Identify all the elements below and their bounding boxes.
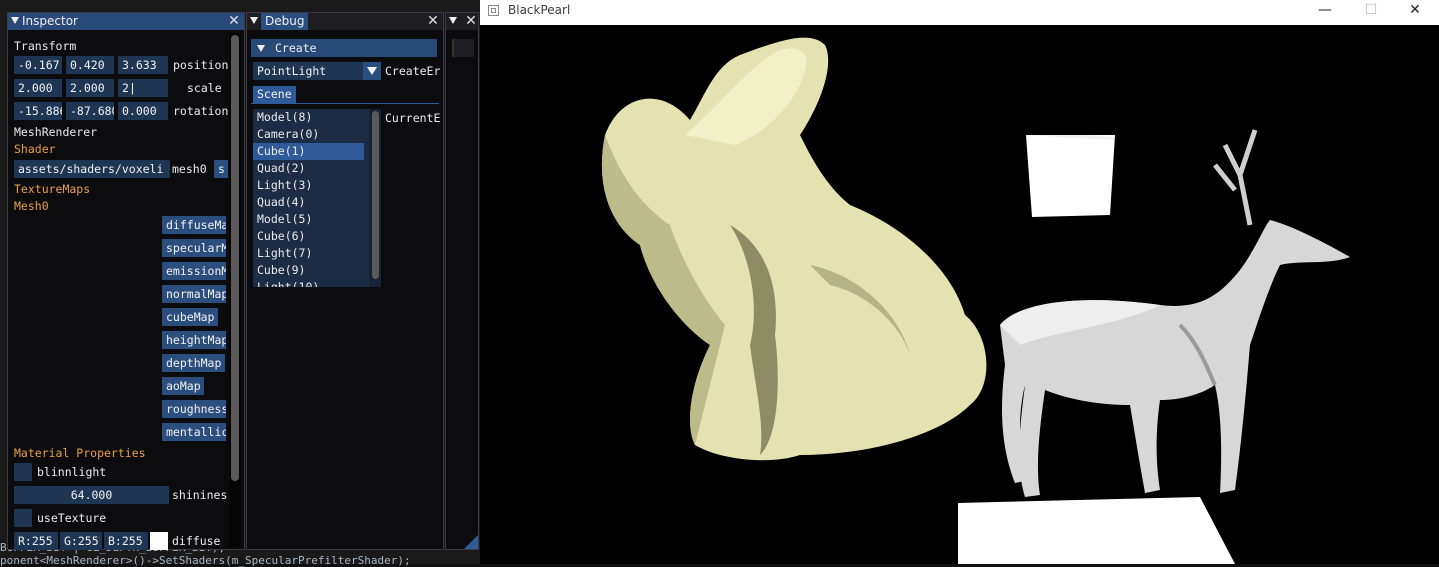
blinnlight-label: blinnlight bbox=[37, 465, 107, 479]
depth-map-button[interactable]: depthMap bbox=[162, 354, 225, 372]
blinnlight-checkbox[interactable] bbox=[14, 463, 32, 481]
mesh0-label: Mesh0 bbox=[14, 199, 49, 213]
rotation-x-field[interactable]: -15.886 bbox=[14, 102, 62, 120]
position-z-field[interactable]: 3.633 bbox=[118, 56, 168, 74]
viewport-titlebar[interactable]: BlackPearl — ☐ ✕ bbox=[480, 0, 1439, 25]
scale-label: scale bbox=[187, 81, 222, 95]
third-window-titlebar[interactable]: ✕ bbox=[446, 13, 478, 30]
chevron-down-icon[interactable] bbox=[363, 62, 381, 80]
expand-icon bbox=[257, 45, 265, 52]
scale-x-field[interactable]: 2.000 bbox=[14, 79, 62, 97]
color-swatch[interactable] bbox=[150, 532, 168, 550]
list-item[interactable]: Model(8) bbox=[253, 109, 381, 126]
bunny-model bbox=[601, 37, 987, 461]
inspector-window[interactable]: Inspector ✕ Transform -0.167 0.420 3.633… bbox=[7, 12, 245, 550]
tab-scene[interactable]: Scene bbox=[253, 86, 296, 103]
list-item[interactable]: Light(3) bbox=[253, 177, 381, 194]
list-item[interactable]: Cube(9) bbox=[253, 262, 381, 279]
inspector-titlebar[interactable]: Inspector ✕ bbox=[8, 13, 244, 30]
render-viewport[interactable]: BlackPearl — ☐ ✕ bbox=[480, 0, 1439, 564]
position-y-field[interactable]: 0.420 bbox=[66, 56, 114, 74]
inspector-scroll-thumb[interactable] bbox=[231, 35, 239, 481]
ao-map-button[interactable]: aoMap bbox=[162, 377, 204, 395]
inspector-title: Inspector bbox=[22, 14, 78, 28]
use-texture-checkbox[interactable] bbox=[14, 509, 32, 527]
list-item[interactable]: Quad(2) bbox=[253, 160, 381, 177]
diffuse-map-button[interactable]: diffuseMa bbox=[162, 216, 226, 234]
third-window-header[interactable] bbox=[452, 39, 474, 57]
debug-titlebar[interactable]: Debug ✕ bbox=[247, 13, 443, 30]
create-header[interactable]: Create bbox=[251, 39, 437, 57]
light-type-combo[interactable]: PointLight bbox=[253, 62, 365, 80]
debug-title-text: Debug bbox=[265, 14, 305, 28]
current-entity-label: CurrentE bbox=[385, 111, 441, 125]
close-icon[interactable]: ✕ bbox=[427, 13, 439, 30]
cube-model-small bbox=[1026, 135, 1115, 217]
debug-title: Debug bbox=[261, 13, 309, 30]
shader-path-field[interactable]: assets/shaders/voxeli bbox=[14, 160, 170, 178]
scene-list-scroll-thumb[interactable] bbox=[372, 111, 379, 279]
metallic-map-button[interactable]: mentallic bbox=[162, 423, 226, 441]
shader-select-button[interactable]: s bbox=[214, 160, 228, 178]
minimize-icon[interactable]: — bbox=[1302, 0, 1348, 22]
list-item[interactable]: Light(10) bbox=[253, 279, 381, 287]
collapse-icon[interactable] bbox=[449, 17, 457, 24]
app-icon bbox=[488, 5, 499, 16]
scale-z-field[interactable]: 2| bbox=[118, 79, 168, 97]
scene-render bbox=[601, 37, 1350, 564]
color-g-field[interactable]: G:255 bbox=[60, 532, 102, 550]
list-item[interactable]: Model(5) bbox=[253, 211, 381, 228]
shader-label: Shader bbox=[14, 142, 56, 156]
use-texture-label: useTexture bbox=[37, 511, 107, 525]
cube-map-button[interactable]: cubeMap bbox=[162, 308, 218, 326]
tab-underline bbox=[251, 103, 439, 104]
height-map-button[interactable]: heightMap bbox=[162, 331, 226, 349]
scene-list-scrollbar[interactable] bbox=[369, 109, 381, 287]
maximize-icon[interactable]: ☐ bbox=[1348, 0, 1394, 22]
shininess-slider[interactable]: 64.000 bbox=[14, 486, 169, 504]
mesh-renderer-label: MeshRenderer bbox=[14, 125, 98, 139]
specular-map-button[interactable]: specularM bbox=[162, 239, 226, 257]
light-type-value: PointLight bbox=[257, 64, 327, 78]
inspector-scrollbar[interactable] bbox=[229, 33, 241, 547]
code-line: ponent<MeshRenderer>()->SetShaders(m_Spe… bbox=[0, 554, 411, 567]
cube-model-floor bbox=[958, 497, 1235, 564]
color-b-field[interactable]: B:255 bbox=[104, 532, 148, 550]
roughness-map-button[interactable]: roughness bbox=[162, 400, 226, 418]
list-item[interactable]: Cube(6) bbox=[253, 228, 381, 245]
close-icon[interactable]: ✕ bbox=[465, 13, 477, 30]
debug-window[interactable]: Debug ✕ Create PointLight CreateEr Scene… bbox=[246, 12, 444, 550]
shininess-label: shinines bbox=[172, 488, 227, 502]
rotation-y-field[interactable]: -87.680 bbox=[66, 102, 114, 120]
list-item[interactable]: Light(7) bbox=[253, 245, 381, 262]
close-icon[interactable]: ✕ bbox=[228, 13, 240, 30]
emission-map-button[interactable]: emissionM bbox=[162, 262, 226, 280]
resize-grip-icon[interactable] bbox=[464, 535, 478, 549]
color-r-field[interactable]: R:255 bbox=[14, 532, 58, 550]
third-window[interactable]: ✕ bbox=[445, 12, 479, 550]
viewport-title: BlackPearl bbox=[508, 3, 571, 17]
create-entity-button[interactable]: CreateEr bbox=[385, 62, 441, 80]
scale-y-field[interactable]: 2.000 bbox=[66, 79, 114, 97]
normal-map-button[interactable]: normalMap bbox=[162, 285, 226, 303]
rotation-z-field[interactable]: 0.000 bbox=[118, 102, 168, 120]
transform-label: Transform bbox=[14, 39, 77, 53]
scale-z-value: 2 bbox=[122, 81, 129, 95]
close-window-icon[interactable]: ✕ bbox=[1392, 0, 1438, 22]
create-header-label: Create bbox=[275, 41, 317, 55]
collapse-icon[interactable] bbox=[11, 17, 19, 24]
diffuse-color-label: diffuse bbox=[172, 534, 221, 548]
rotation-label: rotation bbox=[173, 104, 229, 118]
position-label: position bbox=[173, 58, 229, 72]
position-x-field[interactable]: -0.167 bbox=[14, 56, 62, 74]
mesh-label: mesh0 bbox=[172, 162, 207, 176]
scene-list[interactable]: Model(8) Camera(0) Cube(1) Quad(2) Light… bbox=[253, 109, 381, 287]
material-properties-label: Material Properties bbox=[14, 446, 146, 460]
list-item[interactable]: Quad(4) bbox=[253, 194, 381, 211]
texture-maps-label: TextureMaps bbox=[14, 182, 91, 196]
collapse-icon[interactable] bbox=[250, 17, 258, 24]
list-item[interactable]: Camera(0) bbox=[253, 126, 381, 143]
list-item-selected[interactable]: Cube(1) bbox=[253, 143, 364, 160]
